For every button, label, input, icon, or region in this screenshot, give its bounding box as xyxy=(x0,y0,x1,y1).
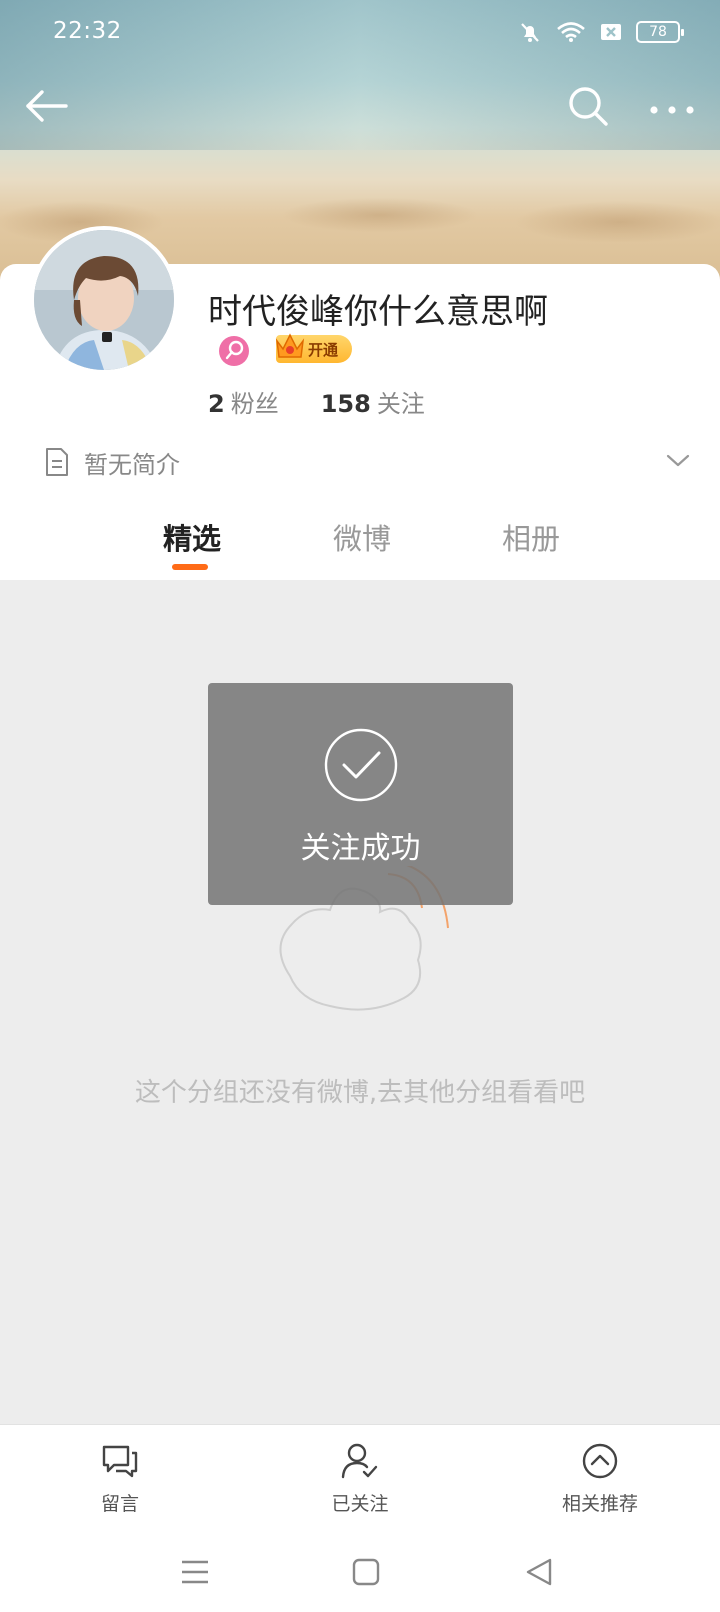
female-icon xyxy=(219,336,249,366)
wifi-icon xyxy=(557,22,585,42)
profile-page: 22:32 78 时代俊峰你什么意思啊 开通 2 粉丝 158 关注 暂无简介 … xyxy=(0,0,720,1612)
check-circle-icon xyxy=(324,728,398,802)
following-label: 关注 xyxy=(376,390,425,418)
followers-count: 2 xyxy=(208,390,225,418)
bottom-action-bar: 留言 已关注 相关推荐 xyxy=(0,1424,720,1534)
recommend-label: 相关推荐 xyxy=(561,1493,638,1515)
following-stat[interactable]: 158 关注 xyxy=(321,384,425,419)
follow-success-toast: 关注成功 xyxy=(208,683,513,905)
back-arrow-icon[interactable] xyxy=(22,82,70,130)
empty-state-text: 这个分组还没有微博,去其他分组看看吧 xyxy=(134,1078,586,1108)
user-followed-icon xyxy=(341,1443,378,1479)
chevron-up-circle-icon xyxy=(582,1443,618,1479)
followed-button[interactable]: 已关注 xyxy=(240,1425,480,1535)
more-icon[interactable] xyxy=(646,82,698,130)
sim-off-icon xyxy=(601,24,621,40)
chevron-down-icon[interactable] xyxy=(664,450,692,470)
followers-stat[interactable]: 2 粉丝 xyxy=(208,384,279,419)
bell-muted-icon xyxy=(521,23,539,42)
back-triangle-icon[interactable] xyxy=(522,1556,558,1590)
followers-label: 粉丝 xyxy=(230,390,279,418)
tab-album[interactable]: 相册 xyxy=(502,516,560,558)
following-count: 158 xyxy=(320,390,371,418)
bio-row[interactable]: 暂无简介 xyxy=(44,442,692,482)
crown-icon xyxy=(275,333,305,358)
toast-text: 关注成功 xyxy=(300,831,421,866)
vip-open-button[interactable]: 开通 xyxy=(275,333,352,363)
tab-weibo[interactable]: 微博 xyxy=(333,516,391,558)
top-nav xyxy=(0,78,720,134)
message-button[interactable]: 留言 xyxy=(0,1425,240,1535)
profile-tabs: 精选 微博 相册 xyxy=(0,512,720,580)
message-icon xyxy=(102,1445,138,1478)
search-icon[interactable] xyxy=(564,82,612,130)
home-icon[interactable] xyxy=(348,1556,384,1590)
followed-label: 已关注 xyxy=(331,1493,389,1515)
recommend-button[interactable]: 相关推荐 xyxy=(480,1425,720,1535)
bio-text: 暂无简介 xyxy=(84,450,180,479)
avatar[interactable] xyxy=(30,226,178,374)
tab-featured[interactable]: 精选 xyxy=(163,516,221,558)
system-nav-bar xyxy=(0,1534,720,1612)
avatar-image xyxy=(34,230,174,370)
document-icon xyxy=(46,448,68,476)
stats-row: 2 粉丝 158 关注 xyxy=(208,384,425,419)
vip-label: 开通 xyxy=(308,341,339,359)
status-icons: 78 xyxy=(518,20,684,44)
tab-indicator xyxy=(172,564,208,570)
message-label: 留言 xyxy=(100,1493,139,1515)
status-time: 22:32 xyxy=(53,18,122,44)
menu-icon[interactable] xyxy=(178,1556,214,1590)
status-bar: 22:32 78 xyxy=(0,0,720,66)
user-name: 时代俊峰你什么意思啊 xyxy=(208,292,548,332)
battery-indicator: 78 xyxy=(636,21,684,43)
